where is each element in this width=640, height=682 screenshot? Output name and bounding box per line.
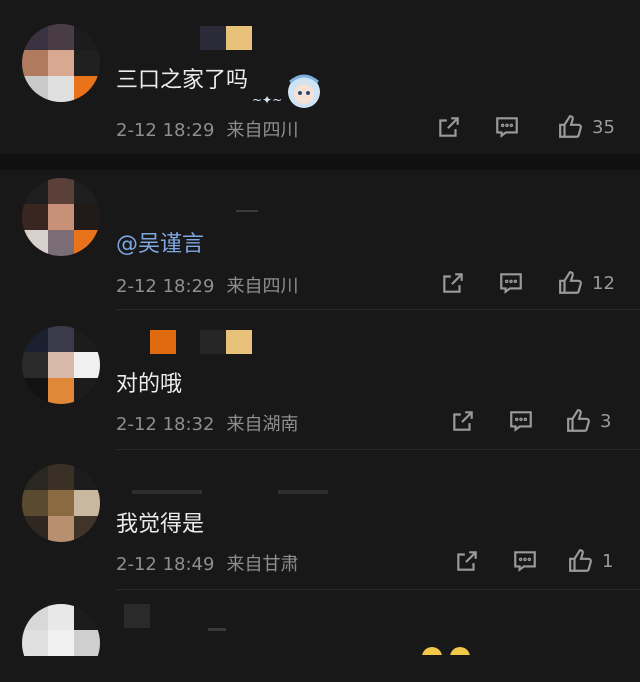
comment-actions: 35 <box>439 112 640 142</box>
svg-text:~✦~: ~✦~ <box>252 93 282 107</box>
timestamp: 2-12 18:29 <box>116 276 215 297</box>
like-button[interactable]: 35 <box>558 112 615 142</box>
reply-button[interactable] <box>512 546 538 576</box>
timestamp: 2-12 18:29 <box>116 120 215 141</box>
share-button[interactable] <box>450 406 476 436</box>
comment-actions: 3 <box>453 406 640 436</box>
avatar[interactable] <box>22 178 100 256</box>
thumbs-up-icon <box>569 549 592 572</box>
username-obscured[interactable] <box>118 26 258 52</box>
comment-item: 我觉得是 2-12 18:49 来自甘肃 1 <box>0 450 640 590</box>
like-button[interactable]: 12 <box>558 268 615 298</box>
avatar[interactable] <box>22 464 100 542</box>
comment-item: @吴谨言 2-12 18:29 来自四川 12 <box>0 170 640 310</box>
thumbs-up-icon <box>567 409 590 432</box>
share-icon <box>453 411 473 431</box>
like-button[interactable]: 3 <box>566 406 611 436</box>
like-button[interactable]: 1 <box>568 546 613 576</box>
comment-text: 三口之家了吗 <box>116 68 249 93</box>
location: 来自四川 <box>226 120 299 141</box>
like-count: 12 <box>592 272 615 294</box>
share-button[interactable] <box>440 268 466 298</box>
emoji-sticker-icon: ~✦~ <box>250 70 322 114</box>
emoji-partial-icon <box>420 640 474 667</box>
location: 来自甘肃 <box>226 554 299 575</box>
comment-meta: 2-12 18:29 来自四川 <box>116 116 298 142</box>
mention-link[interactable]: @吴谨言 <box>116 226 204 258</box>
comment-text: 我觉得是 <box>116 512 205 537</box>
reply-button[interactable] <box>498 268 524 298</box>
share-button[interactable] <box>454 546 480 576</box>
share-icon <box>457 551 477 571</box>
comment-actions: 1 <box>457 546 640 576</box>
comment-item <box>0 590 640 667</box>
username-obscured[interactable] <box>118 604 258 631</box>
share-icon <box>439 117 459 137</box>
timestamp: 2-12 18:49 <box>116 554 215 575</box>
reply-button[interactable] <box>508 406 534 436</box>
section-divider <box>0 154 640 170</box>
like-count: 35 <box>592 116 615 138</box>
like-count: 3 <box>600 410 612 432</box>
username-obscured[interactable] <box>118 482 338 508</box>
comment-text: 对的哦 <box>116 372 183 397</box>
thumbs-up-icon <box>559 271 582 294</box>
comment-actions: 12 <box>443 268 640 298</box>
share-icon <box>443 273 463 293</box>
location: 来自湖南 <box>226 414 299 435</box>
comment-meta: 2-12 18:29 来自四川 <box>116 272 298 298</box>
avatar[interactable] <box>22 604 100 682</box>
username-obscured[interactable] <box>118 330 258 356</box>
comment-item: 三口之家了吗 ~✦~ 2-12 18:29 来自四川 35 <box>0 0 640 154</box>
share-button[interactable] <box>436 112 462 142</box>
location: 来自四川 <box>226 276 299 297</box>
comment-icon <box>510 411 532 432</box>
thumbs-up-icon <box>559 115 582 138</box>
comment-icon <box>496 117 518 138</box>
reply-button[interactable] <box>494 112 520 142</box>
comment-item: 对的哦 2-12 18:32 来自湖南 3 <box>0 310 640 450</box>
comment-icon <box>514 551 536 572</box>
comment-meta: 2-12 18:49 来自甘肃 <box>116 550 298 576</box>
avatar[interactable] <box>22 326 100 404</box>
avatar[interactable] <box>22 24 100 102</box>
timestamp: 2-12 18:32 <box>116 414 215 435</box>
comment-meta: 2-12 18:32 来自湖南 <box>116 410 298 436</box>
like-count: 1 <box>602 550 614 572</box>
comment-icon <box>500 273 522 294</box>
